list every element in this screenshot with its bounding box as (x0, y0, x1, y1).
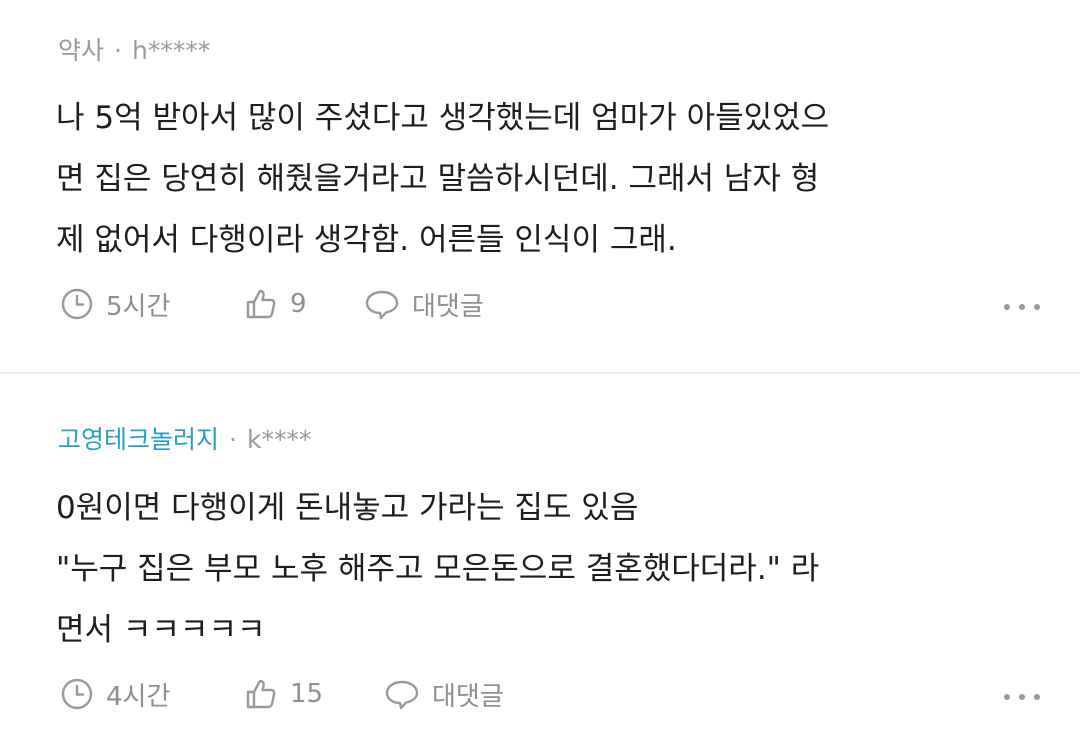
reply-label: 대댓글 (412, 291, 484, 322)
reply-label: 대댓글 (432, 681, 504, 712)
clock-icon (61, 678, 93, 710)
like-count: 9 (290, 289, 307, 319)
clock-icon (61, 288, 93, 320)
meta-separator: · (114, 36, 122, 65)
author-badge[interactable]: 약사 (58, 36, 104, 65)
time-label: 5시간 (106, 291, 171, 322)
thumbs-up-icon (246, 679, 276, 709)
author-name[interactable]: k**** (247, 425, 311, 454)
comment-body: 0원이면 다행이게 돈내놓고 가라는 집도 있음 "누구 집은 부모 노후 해주… (56, 490, 820, 648)
comment-item: 고영테크놀러지 · k**** 0원이면 다행이게 돈내놓고 가라는 집도 있음 "… (0, 374, 1080, 755)
speech-bubble-icon (365, 290, 399, 320)
author-badge[interactable]: 고영테크놀러지 (58, 425, 219, 454)
comment-meta: 고영테크놀러지 · k**** (58, 425, 311, 455)
comment-meta: 약사 · h***** (58, 36, 210, 66)
time-label: 4시간 (106, 681, 171, 712)
more-options-icon[interactable] (1004, 684, 1040, 704)
comment-time: 4시간 (60, 674, 170, 714)
reply-button[interactable]: 대댓글 (364, 284, 484, 324)
more-options-icon[interactable] (1004, 294, 1040, 314)
reply-button[interactable]: 대댓글 (384, 674, 504, 714)
comment-actions: 4시간 15 대댓글 (60, 674, 1040, 714)
thumbs-up-icon (246, 289, 276, 319)
like-button[interactable]: 15 (244, 674, 323, 714)
comment-time: 5시간 (60, 284, 170, 324)
author-name[interactable]: h***** (132, 36, 210, 65)
like-button[interactable]: 9 (244, 284, 307, 324)
comment-item: 약사 · h***** 나 5억 받아서 많이 주셨다고 생각했는데 엄마가 아들있… (0, 0, 1080, 372)
comment-actions: 5시간 9 대댓글 (60, 284, 1040, 324)
comment-body: 나 5억 받아서 많이 주셨다고 생각했는데 엄마가 아들있었으 면 집은 당연… (56, 100, 830, 258)
meta-separator: · (229, 425, 237, 454)
speech-bubble-icon (385, 680, 419, 710)
like-count: 15 (290, 679, 324, 709)
